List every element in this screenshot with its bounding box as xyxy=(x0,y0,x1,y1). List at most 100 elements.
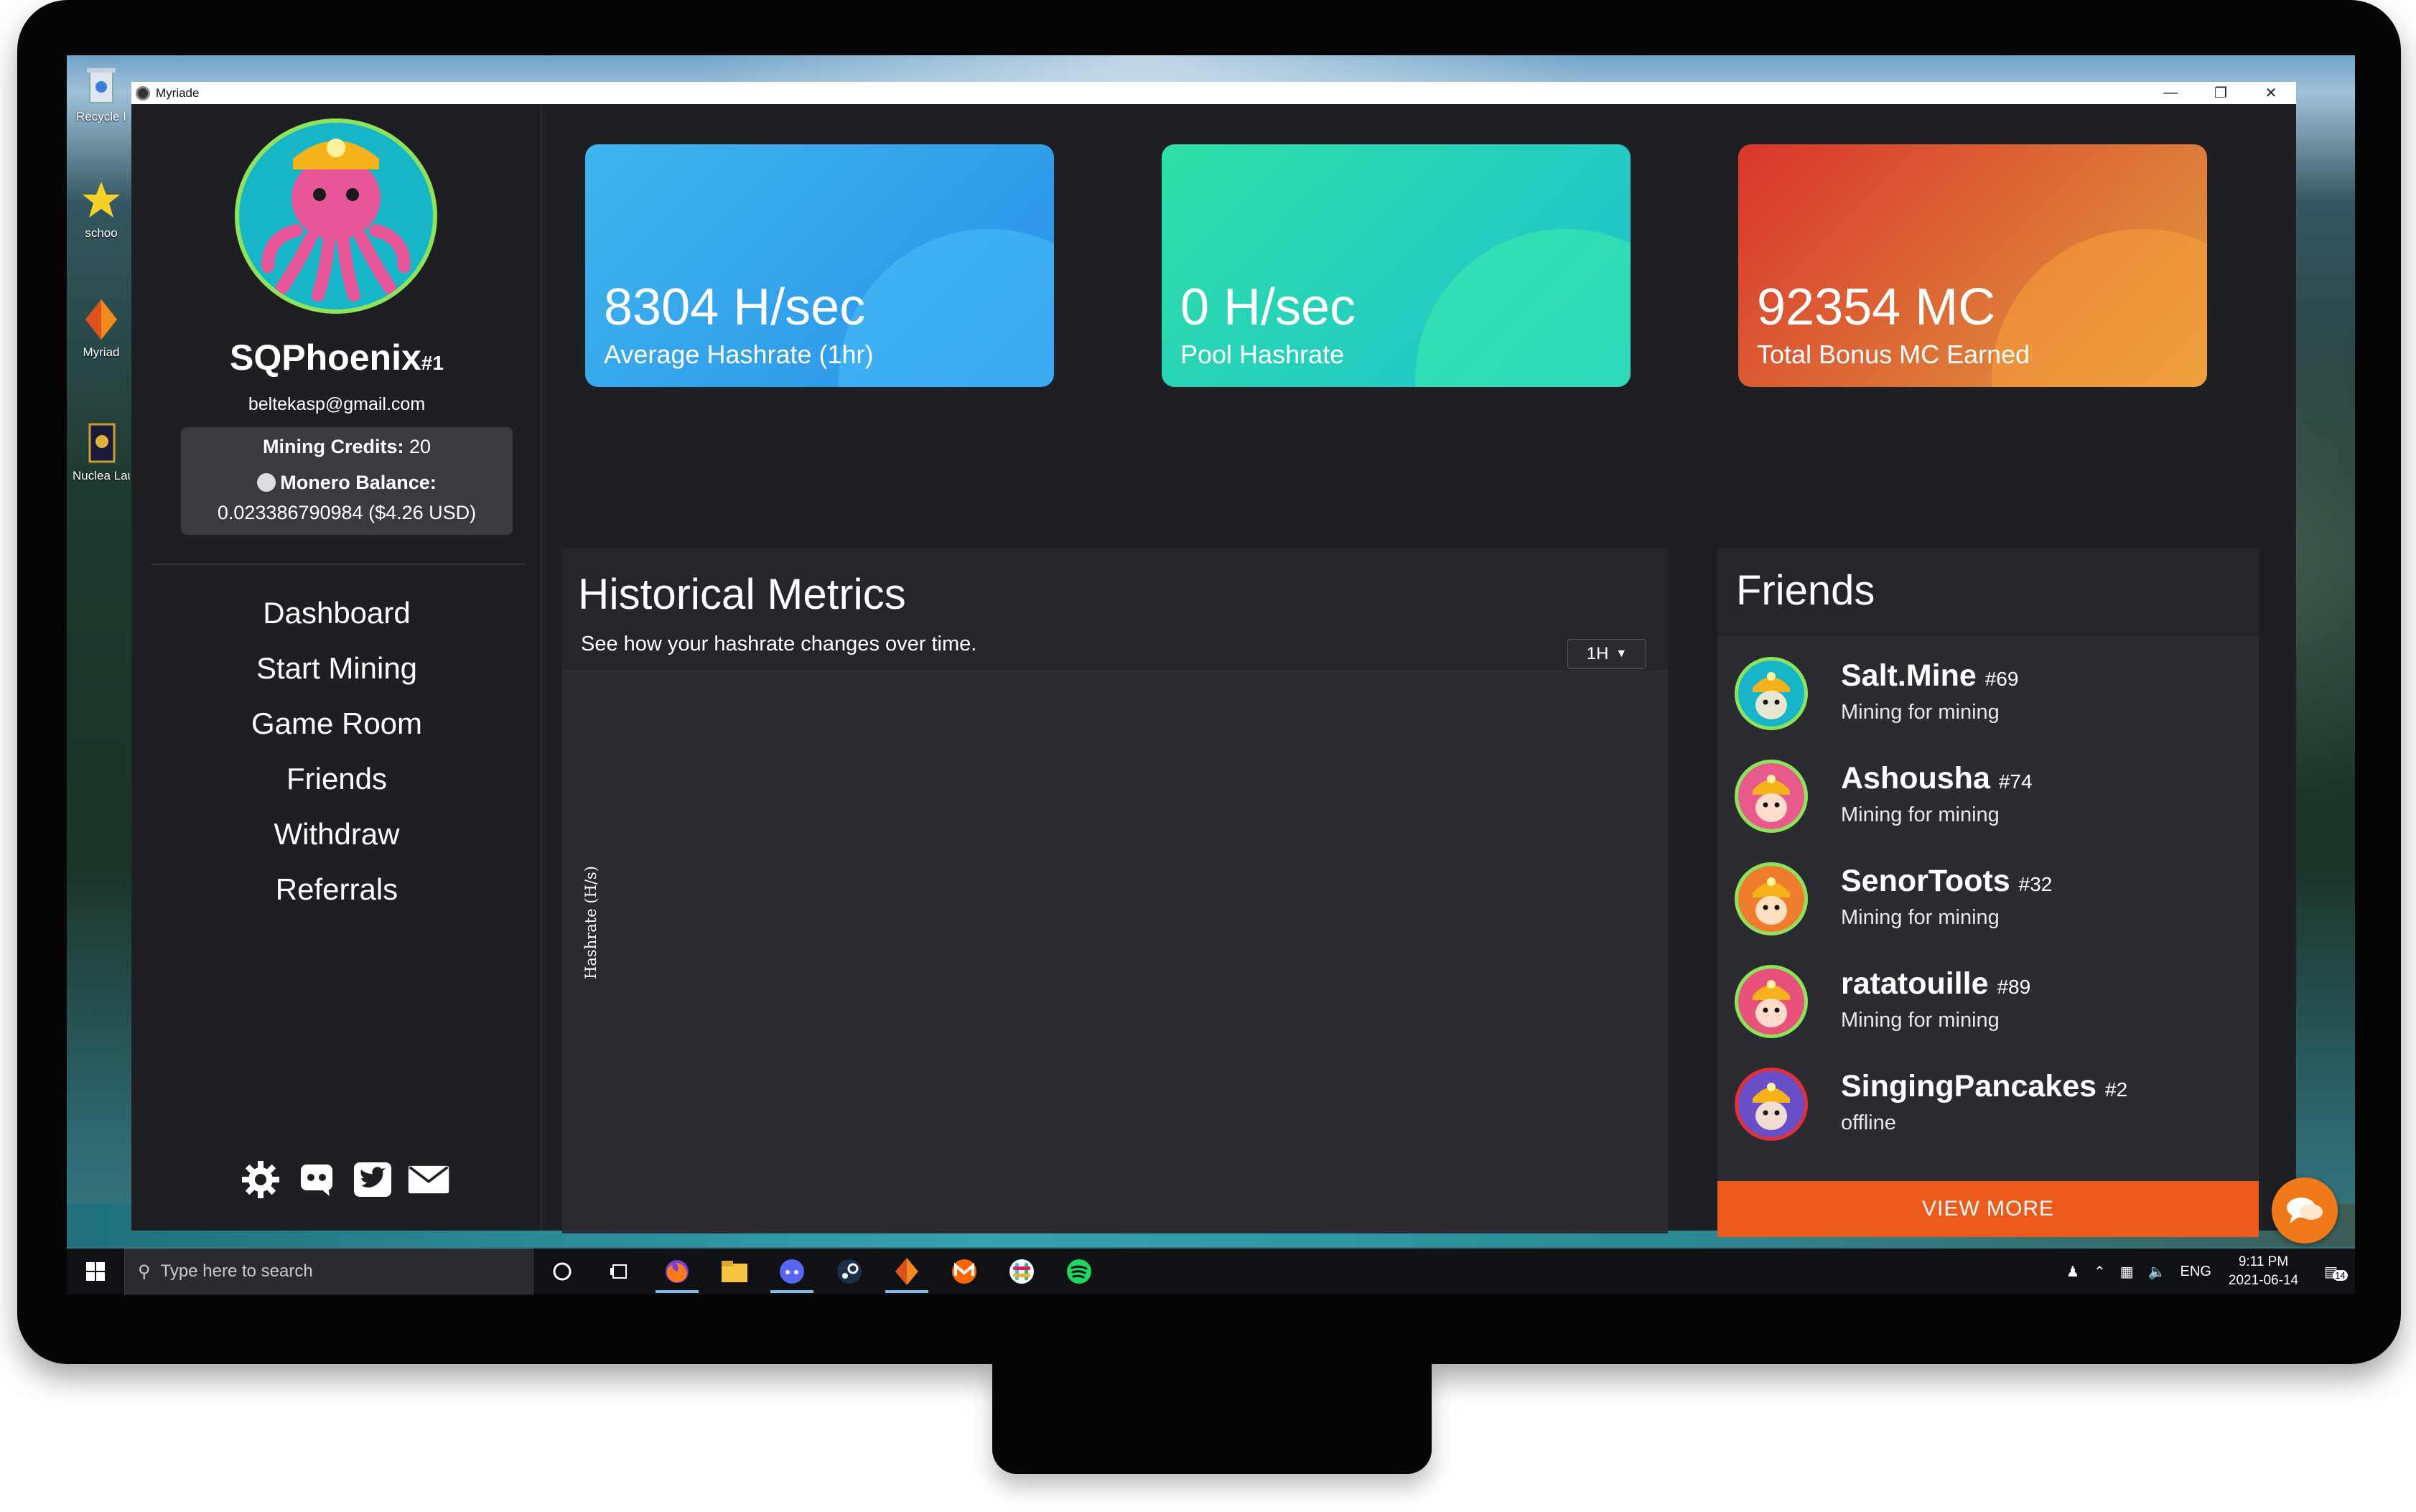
scene: Recycle I schoo Myriad Nuclea Launc Myri… xyxy=(0,0,2416,1512)
friend-name: Salt.Mine xyxy=(1841,658,1977,693)
credits-label: Mining Credits: xyxy=(262,436,404,457)
twitter-icon[interactable] xyxy=(351,1159,394,1200)
restore-button[interactable]: ❐ xyxy=(2196,82,2246,104)
desktop-icon-myriade[interactable]: Myriad xyxy=(73,298,130,360)
profile-avatar[interactable] xyxy=(235,118,437,314)
profile-rank: #1 xyxy=(421,352,444,374)
start-button[interactable] xyxy=(67,1249,124,1294)
taskbar-file-explorer[interactable] xyxy=(706,1249,763,1294)
friend-tag: #89 xyxy=(1997,976,2031,998)
app-icon xyxy=(136,85,150,101)
stat-value: 92354 MC xyxy=(1757,279,1996,336)
friend-list-item[interactable]: Salt.Mine #69 Mining for mining xyxy=(1735,648,2237,734)
range-dropdown[interactable]: 1H ▼ xyxy=(1567,639,1646,669)
historical-metrics-panel: Historical Metrics See how your hashrate… xyxy=(562,548,1668,1233)
stat-value: 0 H/sec xyxy=(1180,279,1356,336)
chevron-up-icon[interactable]: ⌃ xyxy=(2094,1263,2106,1281)
nav-item-dashboard[interactable]: Dashboard xyxy=(131,585,542,640)
friend-name: SenorToots xyxy=(1841,864,2010,898)
friend-name: Ashousha xyxy=(1841,761,1990,795)
stat-card-average-hashrate: 8304 H/sec Average Hashrate (1hr) xyxy=(585,144,1054,387)
sidebar-divider xyxy=(151,564,525,565)
main-content: 8304 H/sec Average Hashrate (1hr) 0 H/se… xyxy=(542,104,2296,1237)
taskbar-search[interactable]: ⚲ Type here to search xyxy=(124,1249,533,1294)
notification-center-button[interactable]: ▤ 14 xyxy=(2324,1263,2348,1281)
stat-label: Total Bonus MC Earned xyxy=(1757,340,2030,369)
friend-list-item[interactable]: SingingPancakes #2 offline xyxy=(1735,1059,2237,1145)
nav-item-withdraw[interactable]: Withdraw xyxy=(131,806,542,862)
search-icon: ⚲ xyxy=(138,1261,151,1282)
friends-title: Friends xyxy=(1736,567,1875,614)
friend-list-item[interactable]: ratatouille #89 Mining for mining xyxy=(1735,956,2237,1042)
taskbar-spotify[interactable] xyxy=(1050,1249,1108,1294)
nav-item-friends[interactable]: Friends xyxy=(131,751,542,806)
friends-panel: Friends Salt.Mine #69 Mining for mining … xyxy=(1717,548,2259,1237)
steam-icon xyxy=(837,1259,862,1284)
task-view-button[interactable] xyxy=(591,1249,648,1294)
mail-icon[interactable] xyxy=(407,1159,450,1200)
taskbar-monero[interactable] xyxy=(936,1249,993,1294)
taskbar-slack[interactable] xyxy=(993,1249,1050,1294)
caret-down-icon: ▼ xyxy=(1615,648,1628,660)
friend-tag: #69 xyxy=(1984,668,2019,690)
view-more-button[interactable]: VIEW MORE xyxy=(1717,1181,2259,1237)
nav-item-referrals[interactable]: Referrals xyxy=(131,862,542,917)
monero-icon xyxy=(257,473,276,492)
monitor-stand xyxy=(992,1361,1432,1474)
friend-status: Mining for mining xyxy=(1841,906,2000,929)
windows-icon xyxy=(86,1262,105,1281)
gear-icon[interactable] xyxy=(239,1159,282,1200)
nav-item-game-room[interactable]: Game Room xyxy=(131,696,542,751)
friend-avatar xyxy=(1735,1068,1808,1141)
friend-name: ratatouille xyxy=(1841,966,1989,1001)
cortana-icon xyxy=(553,1262,572,1281)
taskbar-steam[interactable] xyxy=(821,1249,878,1294)
taskbar-firefox[interactable] xyxy=(648,1249,706,1294)
slack-icon xyxy=(1009,1259,1034,1284)
folder-icon xyxy=(722,1261,747,1282)
discord-icon[interactable] xyxy=(295,1159,338,1200)
nav-item-start-mining[interactable]: Start Mining xyxy=(131,640,542,696)
cortana-button[interactable] xyxy=(533,1249,591,1294)
friend-tag: #74 xyxy=(1998,770,2033,793)
metrics-subtitle: See how your hashrate changes over time. xyxy=(581,633,977,655)
search-placeholder: Type here to search xyxy=(160,1261,313,1281)
volume-icon[interactable]: 🔈 xyxy=(2148,1263,2166,1281)
desktop-icon-school[interactable]: schoo xyxy=(73,179,130,241)
discord-icon xyxy=(780,1259,804,1284)
minimize-button[interactable]: — xyxy=(2145,82,2196,104)
profile-email: beltekasp@gmail.com xyxy=(248,394,426,414)
stat-label: Average Hashrate (1hr) xyxy=(604,340,874,369)
app-window: Myriade — ❐ ✕ SQPhoenix#1 beltekasp@gmai… xyxy=(131,82,2296,1237)
desktop-icon-recycle-bin[interactable]: Recycle I xyxy=(73,62,130,124)
window-titlebar[interactable]: Myriade — ❐ ✕ xyxy=(131,82,2296,104)
chat-button[interactable] xyxy=(2272,1177,2338,1243)
friend-status: Mining for mining xyxy=(1841,701,2000,724)
taskbar-discord[interactable] xyxy=(763,1249,821,1294)
close-button[interactable]: ✕ xyxy=(2246,82,2296,104)
monero-label: Monero Balance: xyxy=(280,472,437,493)
recycle-bin-icon xyxy=(81,62,121,106)
people-icon[interactable]: ♟ xyxy=(2066,1263,2079,1281)
friend-list-item[interactable]: Ashousha #74 Mining for mining xyxy=(1735,751,2237,837)
notification-count: 14 xyxy=(2333,1269,2348,1281)
stat-label: Pool Hashrate xyxy=(1180,340,1345,369)
desktop-icon-nuclear-launcher[interactable]: Nuclea Launc xyxy=(73,421,130,483)
myriade-icon xyxy=(81,298,121,341)
taskbar: ⚲ Type here to search ♟ ⌃ ▦ 🔈 ENG 9:11 P… xyxy=(67,1249,2355,1294)
taskbar-clock[interactable]: 9:11 PM 2021-06-14 xyxy=(2229,1253,2298,1290)
taskbar-myriade[interactable] xyxy=(878,1249,936,1294)
system-tray: ♟ ⌃ ▦ 🔈 ENG 9:11 PM 2021-06-14 ▤ 14 xyxy=(2059,1249,2355,1294)
launcher-icon xyxy=(81,421,121,465)
star-icon xyxy=(81,179,121,222)
monero-icon xyxy=(952,1259,976,1284)
monero-value: 0.023386790984 ($4.26 USD) xyxy=(217,502,477,523)
network-icon[interactable]: ▦ xyxy=(2120,1263,2134,1281)
friend-status: Mining for mining xyxy=(1841,1009,2000,1032)
clock-date: 2021-06-14 xyxy=(2228,1273,2299,1288)
stat-card-pool-hashrate: 0 H/sec Pool Hashrate xyxy=(1162,144,1631,387)
friend-status: offline xyxy=(1841,1111,1896,1134)
friend-list-item[interactable]: SenorToots #32 Mining for mining xyxy=(1735,854,2237,940)
myriade-icon xyxy=(895,1258,918,1285)
language-indicator[interactable]: ENG xyxy=(2181,1264,2211,1280)
